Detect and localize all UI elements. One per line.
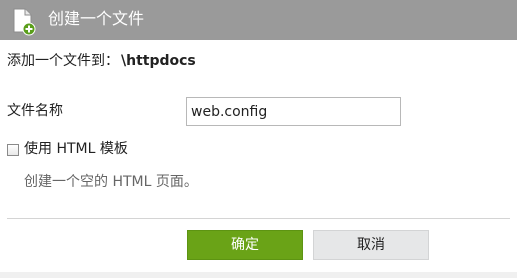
html-template-label[interactable]: 使用 HTML 模板 bbox=[24, 140, 128, 158]
bottom-strip bbox=[0, 272, 517, 278]
dialog-titlebar: 创建一个文件 bbox=[0, 0, 517, 40]
dialog-title: 创建一个文件 bbox=[48, 9, 145, 28]
new-file-icon bbox=[8, 6, 38, 36]
create-file-dialog: 创建一个文件 添加一个文件到：\httpdocs 文件名称 使用 HTML 模板… bbox=[0, 0, 517, 278]
footer-divider bbox=[7, 218, 510, 219]
destination-line: 添加一个文件到： \httpdocs bbox=[7, 52, 196, 70]
html-template-checkbox[interactable] bbox=[7, 144, 19, 156]
cancel-button[interactable]: 取消 bbox=[313, 230, 429, 260]
file-name-label: 文件名称 bbox=[7, 103, 63, 119]
html-template-hint: 创建一个空的 HTML 页面。 bbox=[24, 174, 198, 190]
file-name-input[interactable] bbox=[186, 97, 401, 126]
destination-path: \httpdocs bbox=[121, 53, 196, 69]
ok-button[interactable]: 确定 bbox=[187, 230, 303, 260]
destination-prefix: 添加一个文件到： bbox=[7, 53, 119, 69]
